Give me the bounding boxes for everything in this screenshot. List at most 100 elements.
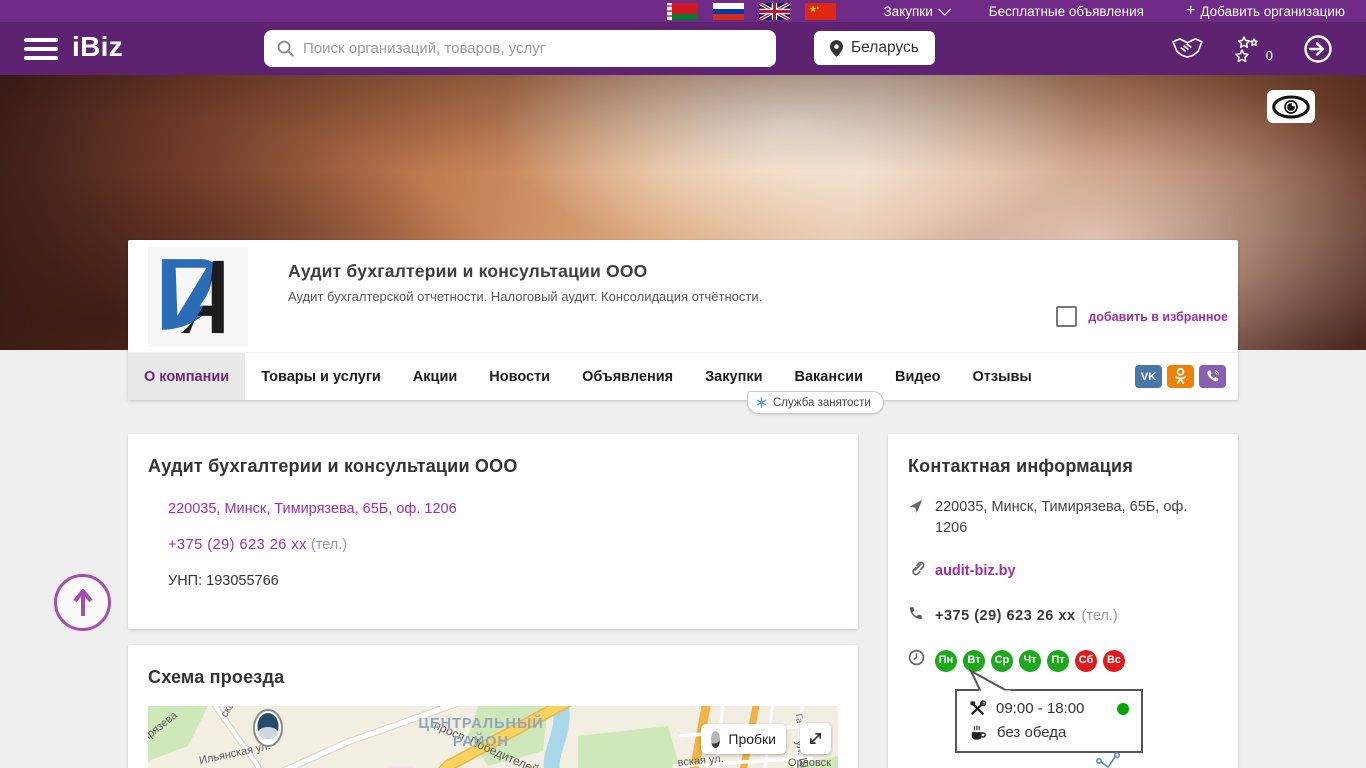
lunch-row: без обеда — [969, 724, 1129, 741]
main-content: Аудит бухгалтерии и консультации ООО Ауд… — [128, 240, 1238, 768]
topbar-procurement-label: Закупки — [884, 4, 933, 19]
topbar-free-ads-label: Бесплатные объявления — [989, 4, 1144, 19]
favorites-count: 0 — [1266, 48, 1273, 63]
add-to-favorites[interactable]: добавить в избранное — [1056, 306, 1228, 327]
phone-icon — [908, 604, 935, 628]
search-icon — [276, 39, 295, 58]
russia-flag[interactable] — [713, 3, 744, 20]
day-mon[interactable]: Пн — [935, 650, 957, 672]
day-sun[interactable]: Вс — [1103, 650, 1125, 672]
favorite-label: добавить в избранное — [1088, 310, 1228, 324]
company-head: Аудит бухгалтерии и консультации ООО Ауд… — [128, 240, 1238, 352]
hamburger-menu-button[interactable] — [24, 38, 58, 60]
tab-news[interactable]: Новости — [473, 353, 566, 400]
schedule-days: Пн Вт Ср Чт Пт Сб Вс — [935, 650, 1125, 672]
contact-phone-row: +375 (29) 623 26 xx (тел.) — [908, 604, 1218, 628]
map-card: Схема проезда — [128, 645, 858, 768]
topbar-add-organization-label: Добавить организацию — [1200, 4, 1345, 19]
decorative-sketch — [1093, 751, 1133, 768]
social-links: VK — [1135, 353, 1226, 400]
svg-text:Орловск: Орловск — [788, 757, 831, 768]
language-flags: ★★ — [667, 3, 836, 20]
plus-icon: + — [1186, 2, 1195, 20]
contact-phone[interactable]: +375 (29) 623 26 xx — [935, 606, 1076, 627]
navigation-arrow-icon — [908, 497, 935, 539]
company-name: Аудит бухгалтерии и консультации ООО — [288, 261, 762, 282]
company-tabs: О компании Товары и услуги Акции Новости… — [128, 352, 1238, 400]
contact-website-row: audit-biz.by — [908, 559, 1218, 584]
arrow-up-icon — [70, 587, 96, 619]
search-input[interactable] — [303, 40, 764, 57]
about-card: Аудит бухгалтерии и консультации ООО 220… — [128, 434, 858, 629]
traffic-label: Пробки — [728, 731, 776, 747]
day-thu[interactable]: Чт — [1019, 650, 1041, 672]
company-card: Аудит бухгалтерии и консультации ООО Ауд… — [128, 240, 1238, 400]
right-column: Контактная информация 220035, Минск, Тим… — [888, 434, 1238, 768]
vk-icon[interactable]: VK — [1135, 365, 1162, 388]
svg-text:ЦЕНТРАЛЬНЫЙ: ЦЕНТРАЛЬНЫЙ — [418, 714, 543, 732]
tab-video[interactable]: Видео — [879, 353, 957, 400]
employment-service-label: Служба занятости — [773, 397, 871, 409]
route-map[interactable]: Тимирязева ская ул. Ильянская ул. просп.… — [148, 706, 838, 768]
topbar-add-organization-link[interactable]: + Добавить организацию — [1186, 2, 1345, 20]
chevron-down-icon — [938, 3, 951, 16]
svg-text:РАЙОН: РАЙОН — [453, 732, 509, 750]
china-flag[interactable]: ★★ — [805, 3, 836, 20]
map-fullscreen-button[interactable] — [800, 723, 831, 754]
employment-service-icon — [756, 397, 767, 408]
about-title: Аудит бухгалтерии и консультации ООО — [148, 456, 838, 477]
contact-title: Контактная информация — [908, 456, 1218, 477]
scroll-to-top-button[interactable] — [54, 574, 111, 631]
belarus-flag[interactable] — [667, 3, 698, 20]
viber-icon[interactable] — [1199, 365, 1226, 388]
traffic-icon — [711, 731, 720, 748]
about-phone-link[interactable]: +375 (29) 623 26 xx — [168, 537, 307, 553]
company-tagline: Аудит бухгалтерской отчетности. Налоговы… — [288, 289, 762, 304]
site-logo[interactable]: iBiz — [72, 31, 123, 63]
map-photo-marker — [254, 710, 282, 746]
contact-address-row: 220035, Минск, Тимирязева, 65Б, оф. 1206 — [908, 497, 1218, 539]
favorite-checkbox[interactable] — [1056, 306, 1077, 327]
company-texts: Аудит бухгалтерии и консультации ООО Ауд… — [288, 247, 762, 352]
website-link[interactable]: audit-biz.by — [935, 561, 1016, 582]
header-icons: 0 — [1171, 22, 1333, 75]
odnoklassniki-icon[interactable] — [1167, 365, 1194, 388]
day-sat[interactable]: Сб — [1075, 650, 1097, 672]
tab-promotions[interactable]: Акции — [397, 353, 473, 400]
working-hours: 09:00 - 18:00 — [996, 700, 1084, 717]
tab-reviews[interactable]: Отзывы — [957, 353, 1048, 400]
partners-handshake-icon[interactable] — [1171, 36, 1204, 61]
left-column: Аудит бухгалтерии и консультации ООО 220… — [128, 434, 858, 768]
about-address-link[interactable]: 220035, Минск, Тимирязева, 65Б, оф. 1206 — [168, 501, 457, 517]
topbar-procurement-link[interactable]: Закупки — [884, 4, 947, 19]
about-unp: УНП: 193055766 — [168, 573, 838, 589]
day-fri[interactable]: Пт — [1047, 650, 1069, 672]
hours-row: 09:00 - 18:00 — [969, 700, 1129, 717]
location-selector-button[interactable]: Беларусь — [814, 31, 935, 65]
working-hours-tooltip: 09:00 - 18:00 без обеда — [955, 689, 1143, 753]
topbar-free-ads-link[interactable]: Бесплатные объявления — [989, 4, 1144, 19]
login-icon[interactable] — [1303, 34, 1333, 64]
tooltip-pointer — [965, 669, 1011, 693]
contact-phone-suffix: (тел.) — [1082, 606, 1118, 627]
search-bar — [264, 30, 776, 67]
main-header: iBiz Беларусь 0 — [0, 22, 1366, 75]
expand-icon — [808, 731, 823, 746]
employment-service-tooltip: Служба занятости — [747, 391, 884, 414]
location-label: Беларусь — [851, 39, 919, 57]
traffic-toggle-button[interactable]: Пробки — [701, 724, 786, 754]
schedule-row: Пн Вт Ср Чт Пт Сб Вс — [908, 648, 1218, 673]
svg-text:Га: Га — [794, 713, 805, 723]
views-eye-icon[interactable] — [1267, 90, 1315, 123]
tools-icon — [969, 700, 986, 717]
tab-ads[interactable]: Объявления — [566, 353, 689, 400]
favorites-stars-icon[interactable]: 0 — [1234, 35, 1273, 63]
open-status-dot — [1117, 703, 1129, 715]
uk-flag[interactable] — [759, 3, 790, 20]
tab-about[interactable]: О компании — [128, 353, 245, 400]
location-pin-icon — [830, 40, 843, 57]
clock-icon — [908, 648, 935, 673]
coffee-cup-icon — [969, 725, 987, 741]
tab-products[interactable]: Товары и услуги — [245, 353, 397, 400]
contact-card: Контактная информация 220035, Минск, Тим… — [888, 434, 1238, 768]
